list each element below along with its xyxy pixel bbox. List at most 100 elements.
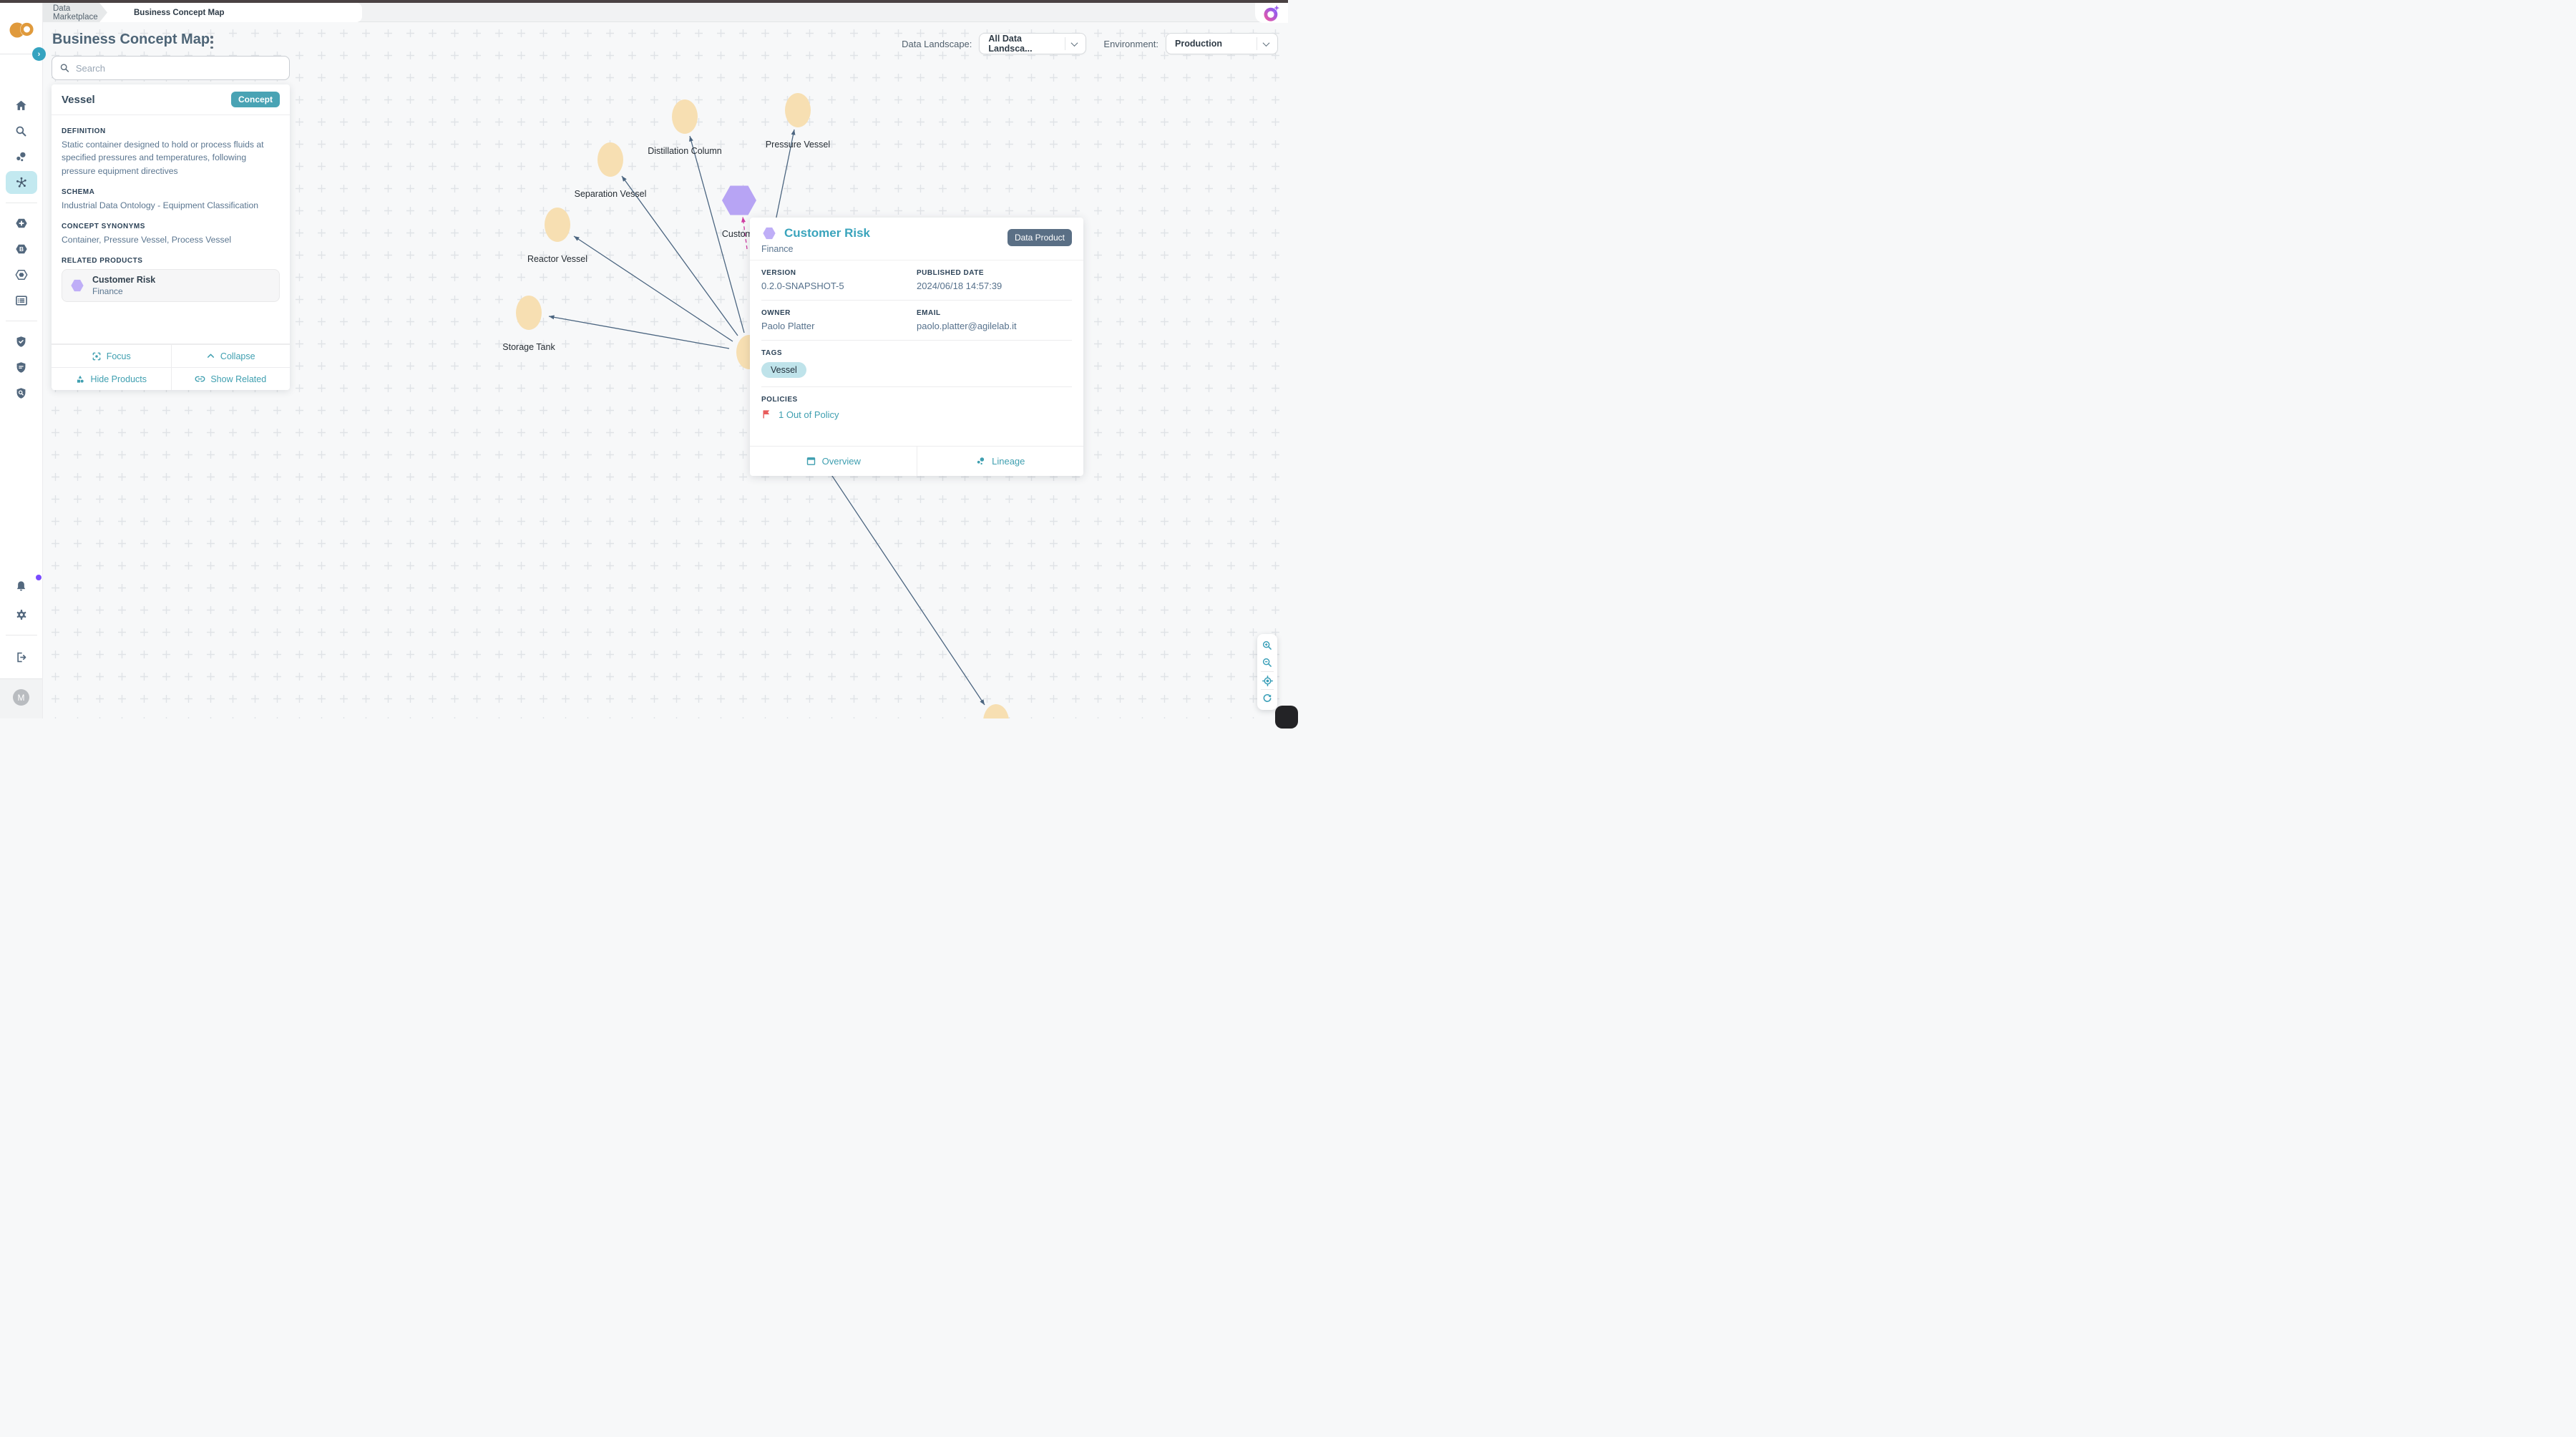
sidebar-item-blueprints[interactable]: B	[6, 238, 37, 260]
corner-widget[interactable]	[1275, 706, 1298, 729]
lineage-label: Lineage	[992, 456, 1025, 467]
show-related-label: Show Related	[210, 374, 266, 384]
avatar[interactable]: M	[13, 689, 29, 706]
product-header: Customer Risk Finance Data Product	[750, 218, 1083, 260]
data-product-badge: Data Product	[1008, 229, 1072, 246]
product-domain: Finance	[761, 244, 870, 254]
chevron-down-icon	[1263, 39, 1270, 47]
show-related-button[interactable]: Show Related	[171, 367, 291, 390]
graph-node-storage-tank[interactable]	[516, 296, 542, 330]
lineage-button[interactable]: Lineage	[917, 447, 1084, 476]
hide-products-button[interactable]: Hide Products	[52, 367, 171, 390]
breadcrumb-label: Business Concept Map	[134, 9, 225, 17]
top-window-strip	[0, 0, 1288, 3]
related-product-item[interactable]: Customer Risk Finance	[62, 269, 280, 302]
sidebar-item-policies[interactable]	[6, 356, 37, 379]
zoom-in-icon	[1262, 640, 1273, 651]
sidebar-item-audit[interactable]	[6, 381, 37, 404]
owner-label: OWNER	[761, 309, 917, 317]
sidebar-item-search[interactable]	[6, 120, 37, 142]
sidebar-item-catalog[interactable]	[6, 289, 37, 312]
list-icon	[14, 293, 29, 308]
graph-node-pressure-vessel[interactable]	[785, 93, 811, 127]
overview-button[interactable]: Overview	[750, 447, 917, 476]
flag-icon	[761, 409, 772, 420]
search-icon	[59, 62, 70, 74]
avatar-initial: M	[18, 693, 25, 703]
policies-label: POLICIES	[761, 396, 1072, 404]
page-title: Business Concept Map	[52, 31, 210, 48]
published-date-value: 2024/06/18 14:57:39	[917, 281, 1072, 291]
sidebar-item-governance[interactable]	[6, 330, 37, 353]
synonyms-text: Container, Pressure Vessel, Process Vess…	[62, 233, 280, 246]
sidebar-avatar-zone: M	[0, 678, 42, 718]
shield-text-icon	[14, 361, 28, 374]
graph-node-label: Pressure Vessel	[766, 140, 830, 150]
target-icon	[1262, 675, 1274, 687]
environment-label: Environment:	[1103, 39, 1158, 49]
concept-actions: Focus Collapse Hide Products Show Relate…	[52, 344, 290, 390]
search-input[interactable]	[76, 63, 282, 74]
tag-vessel[interactable]: Vessel	[761, 362, 806, 378]
overview-label: Overview	[822, 456, 861, 467]
sidebar-item-logout[interactable]	[6, 646, 37, 668]
sidebar: › B	[0, 3, 43, 718]
assistant-logo-card[interactable]	[1255, 3, 1288, 23]
home-icon	[14, 99, 28, 112]
data-landscape-select[interactable]: All Data Landsca...	[979, 33, 1086, 54]
schema-text: Industrial Data Ontology - Equipment Cla…	[62, 199, 280, 212]
concept-name: Vessel	[62, 94, 95, 106]
environment-select[interactable]: Production	[1166, 33, 1278, 54]
email-label: EMAIL	[917, 309, 1072, 317]
version-value: 0.2.0-SNAPSHOT-5	[761, 281, 917, 291]
chevron-down-icon	[1071, 39, 1078, 47]
synonyms-label: CONCEPT SYNONYMS	[62, 223, 280, 230]
lineage-icon	[975, 456, 986, 467]
data-product-hexagon-icon	[69, 278, 85, 293]
sidebar-item-settings[interactable]	[6, 603, 37, 626]
focus-icon	[92, 351, 102, 361]
out-of-policy-link[interactable]: 1 Out of Policy	[761, 409, 1072, 420]
kebab-menu-button[interactable]	[206, 36, 218, 49]
sidebar-expand-button[interactable]: ›	[32, 47, 46, 61]
tags-label: TAGS	[761, 349, 1072, 357]
environment-value: Production	[1166, 39, 1257, 49]
refresh-button[interactable]	[1257, 690, 1277, 707]
graph-node-reactor-vessel[interactable]	[545, 208, 570, 242]
sidebar-item-builder[interactable]	[6, 263, 37, 286]
related-product-name: Customer Risk	[92, 275, 155, 285]
search-box[interactable]	[52, 56, 290, 80]
sidebar-item-domains[interactable]	[6, 145, 37, 168]
sidebar-item-notifications[interactable]	[6, 575, 37, 598]
schema-label: SCHEMA	[62, 188, 280, 196]
zoom-out-button[interactable]	[1257, 654, 1277, 671]
window-icon	[806, 456, 816, 467]
shapes-icon	[75, 374, 85, 384]
collapse-button[interactable]: Collapse	[171, 344, 291, 367]
hexagon-b-icon: B	[14, 242, 29, 256]
focus-button[interactable]: Focus	[52, 344, 171, 367]
breadcrumb-item-business-concept-map[interactable]: Business Concept Map	[134, 3, 225, 22]
graph-node-separation-vessel[interactable]	[597, 142, 623, 177]
definition-text: Static container designed to hold or pro…	[62, 138, 280, 177]
network-icon	[14, 175, 29, 190]
product-title[interactable]: Customer Risk	[784, 226, 870, 240]
concept-badge: Concept	[231, 92, 280, 107]
concept-header: Vessel Concept	[52, 84, 290, 115]
gear-icon	[14, 608, 29, 622]
hexagon-plus-icon	[14, 216, 29, 230]
graph-node-label: Separation Vessel	[575, 189, 647, 199]
center-map-button[interactable]	[1257, 672, 1277, 689]
shield-check-icon	[14, 335, 28, 349]
link-icon	[195, 374, 205, 384]
published-date-label: PUBLISHED DATE	[917, 269, 1072, 277]
zoom-out-icon	[1262, 657, 1273, 668]
sidebar-item-concept-map[interactable]	[6, 171, 37, 194]
sidebar-item-home[interactable]	[6, 94, 37, 117]
product-footer: Overview Lineage	[750, 446, 1083, 476]
data-landscape-label: Data Landscape:	[902, 39, 972, 49]
breadcrumb-item-data-marketplace[interactable]: Data Marketplace	[43, 3, 107, 22]
graph-node-distillation-column[interactable]	[672, 99, 698, 134]
sidebar-item-add[interactable]	[6, 212, 37, 235]
zoom-in-button[interactable]	[1257, 637, 1277, 654]
